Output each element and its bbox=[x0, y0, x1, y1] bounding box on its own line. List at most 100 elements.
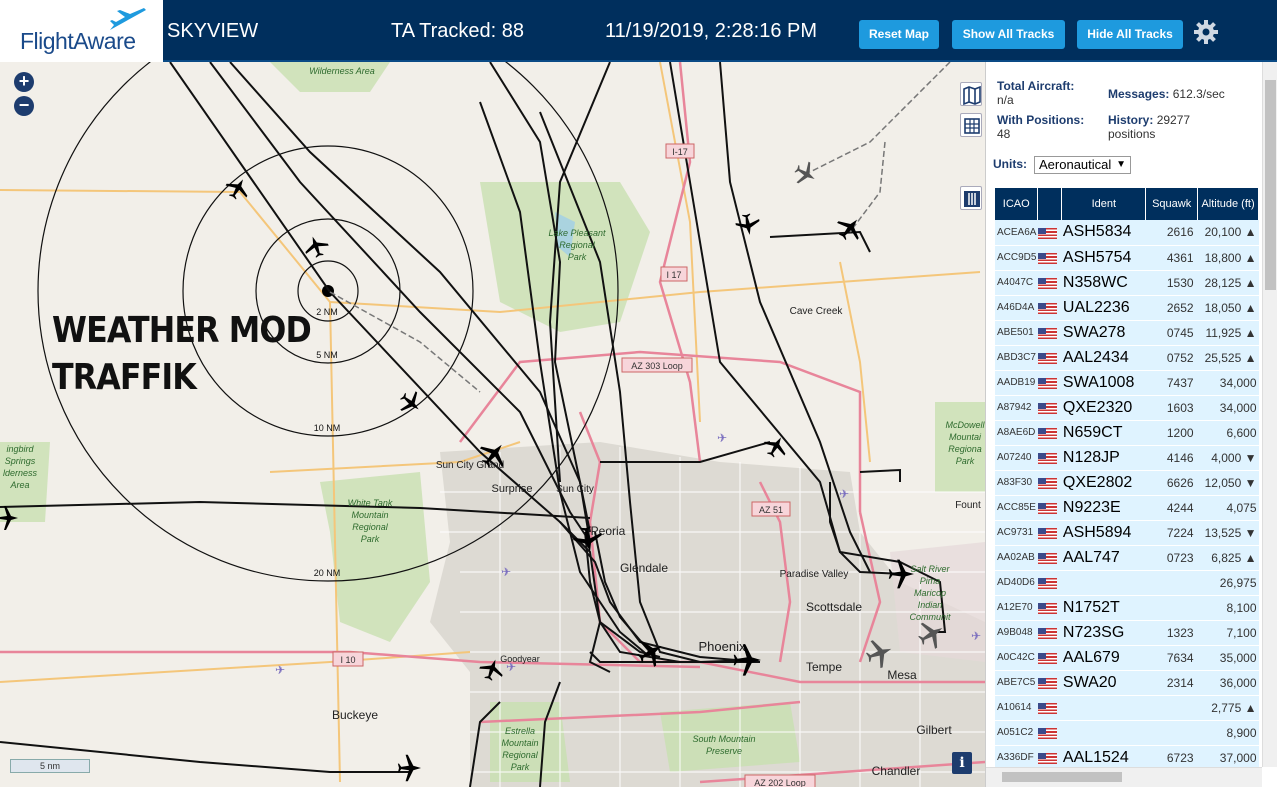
altitude-cell: 34,000 bbox=[1197, 370, 1259, 396]
altitude-cell: 26,975 bbox=[1197, 570, 1259, 596]
chevron-down-icon: ▼ bbox=[1116, 159, 1126, 170]
icao-cell: A12E70 bbox=[995, 595, 1038, 621]
altitude-cell: 34,000 bbox=[1197, 395, 1259, 421]
svg-text:Tempe: Tempe bbox=[806, 660, 842, 674]
flag-cell bbox=[1037, 220, 1062, 246]
table-row[interactable]: A07240 N128JP 4146 4,000 ▼ bbox=[995, 445, 1259, 471]
us-flag-icon bbox=[1037, 602, 1057, 614]
altitude-cell: 20,100 ▲ bbox=[1197, 220, 1259, 246]
icao-cell: AA02AB bbox=[995, 545, 1038, 571]
top-bar: FlightAware SKYVIEW TA Tracked: 88 11/19… bbox=[0, 0, 1277, 62]
flag-cell bbox=[1037, 320, 1062, 346]
map-layers-icon[interactable] bbox=[960, 82, 982, 106]
ident-cell: SWA1008 bbox=[1061, 370, 1146, 396]
col-ident[interactable]: Ident bbox=[1061, 188, 1147, 220]
icao-cell: AC9731 bbox=[995, 520, 1038, 546]
svg-text:Gilbert: Gilbert bbox=[916, 723, 952, 737]
show-all-tracks-button[interactable]: Show All Tracks bbox=[952, 20, 1065, 49]
table-row[interactable]: A9B048 N723SG 1323 7,100 bbox=[995, 620, 1259, 646]
map-canvas[interactable]: Wilderness Area Lake Pleasant Regional P… bbox=[0, 62, 985, 787]
ident-cell: UAL2236 bbox=[1061, 295, 1146, 321]
table-row[interactable]: A87942 QXE2320 1603 34,000 bbox=[995, 395, 1259, 421]
table-row[interactable]: A4047C N358WC 1530 28,125 ▲ bbox=[995, 270, 1259, 296]
altitude-cell: 18,050 ▲ bbox=[1197, 295, 1259, 321]
icao-cell: ABD3C7 bbox=[995, 345, 1038, 371]
gear-icon[interactable] bbox=[1193, 19, 1219, 45]
messages-rate: Messages: 612.3/sec bbox=[1108, 87, 1225, 101]
table-row[interactable]: A051C2 8,900 bbox=[995, 720, 1259, 746]
flag-cell bbox=[1037, 695, 1062, 721]
ident-cell: N128JP bbox=[1061, 445, 1146, 471]
svg-text:I 10: I 10 bbox=[340, 655, 355, 665]
flag-cell bbox=[1037, 595, 1062, 621]
flag-cell bbox=[1037, 495, 1062, 521]
svg-text:Pima: Pima bbox=[920, 576, 941, 586]
ident-cell: N9223E bbox=[1061, 495, 1146, 521]
table-row[interactable]: AC9731 ASH5894 7224 13,525 ▼ bbox=[995, 520, 1259, 546]
us-flag-icon bbox=[1037, 352, 1057, 364]
squawk-cell: 6626 bbox=[1145, 470, 1198, 496]
ident-cell: AAL747 bbox=[1061, 545, 1146, 571]
table-row[interactable]: A10614 2,775 ▲ bbox=[995, 695, 1259, 721]
icao-cell: ACEA6A bbox=[995, 220, 1038, 246]
squawk-cell: 1323 bbox=[1145, 620, 1198, 646]
columns-toggle-icon[interactable] bbox=[960, 186, 982, 210]
table-vertical-scrollbar[interactable] bbox=[1262, 62, 1277, 767]
col-altitude[interactable]: Altitude (ft) bbox=[1197, 188, 1259, 220]
squawk-cell: 2314 bbox=[1145, 670, 1198, 696]
table-row[interactable]: AD40D6 26,975 bbox=[995, 570, 1259, 596]
table-row[interactable]: ABE7C5 SWA20 2314 36,000 bbox=[995, 670, 1259, 696]
icao-cell: ABE501 bbox=[995, 320, 1038, 346]
svg-text:Park: Park bbox=[511, 762, 530, 772]
svg-text:✈: ✈ bbox=[971, 629, 981, 643]
svg-text:lderness: lderness bbox=[3, 468, 38, 478]
table-row[interactable]: ACEA6A ASH5834 2616 20,100 ▲ bbox=[995, 220, 1259, 246]
svg-text:Buckeye: Buckeye bbox=[332, 708, 378, 722]
info-button[interactable]: i bbox=[952, 752, 972, 774]
col-flag[interactable] bbox=[1037, 188, 1063, 220]
altitude-cell: 8,100 bbox=[1197, 595, 1259, 621]
reset-map-button[interactable]: Reset Map bbox=[859, 20, 939, 49]
grid-overlay-icon[interactable] bbox=[960, 113, 982, 137]
table-row[interactable]: A8AE6D N659CT 1200 6,600 bbox=[995, 420, 1259, 446]
flag-cell bbox=[1037, 620, 1062, 646]
zoom-out-button[interactable]: − bbox=[14, 96, 34, 116]
table-row[interactable]: ABE501 SWA278 0745 11,925 ▲ bbox=[995, 320, 1259, 346]
units-select[interactable]: Aeronautical ▼ bbox=[1034, 156, 1131, 174]
us-flag-icon bbox=[1037, 427, 1057, 439]
col-squawk[interactable]: Squawk bbox=[1145, 188, 1199, 220]
svg-text:Sun City Grand: Sun City Grand bbox=[436, 460, 504, 471]
table-row[interactable]: A83F30 QXE2802 6626 12,050 ▼ bbox=[995, 470, 1259, 496]
aircraft-panel: Total Aircraft: n/a Messages: 612.3/sec W… bbox=[985, 62, 1277, 787]
table-row[interactable]: A0C42C AAL679 7634 35,000 bbox=[995, 645, 1259, 671]
aircraft-table: ICAO Ident Squawk Altitude (ft) ACEA6A AS… bbox=[995, 188, 1259, 787]
map-view[interactable]: Wilderness Area Lake Pleasant Regional P… bbox=[0, 62, 985, 787]
zoom-in-button[interactable]: + bbox=[14, 72, 34, 92]
table-row[interactable]: ACC9D5 ASH5754 4361 18,800 ▲ bbox=[995, 245, 1259, 271]
table-row[interactable]: A12E70 N1752T 8,100 bbox=[995, 595, 1259, 621]
flightaware-logo[interactable]: FlightAware bbox=[0, 0, 163, 62]
ident-cell: ASH5834 bbox=[1061, 220, 1146, 246]
table-row[interactable]: AA02AB AAL747 0723 6,825 ▲ bbox=[995, 545, 1259, 571]
logo-plane-icon bbox=[110, 8, 146, 30]
us-flag-icon bbox=[1037, 527, 1057, 539]
squawk-cell: 7437 bbox=[1145, 370, 1198, 396]
table-row[interactable]: A46D4A UAL2236 2652 18,050 ▲ bbox=[995, 295, 1259, 321]
table-row[interactable]: AADB19 SWA1008 7437 34,000 bbox=[995, 370, 1259, 396]
icao-cell: A46D4A bbox=[995, 295, 1038, 321]
icao-cell: ACC9D5 bbox=[995, 245, 1038, 271]
hide-all-tracks-button[interactable]: Hide All Tracks bbox=[1077, 20, 1183, 49]
col-icao[interactable]: ICAO bbox=[995, 188, 1039, 220]
with-positions: With Positions: 48 bbox=[997, 113, 1085, 141]
altitude-cell: 7,100 bbox=[1197, 620, 1259, 646]
table-row[interactable]: ABD3C7 AAL2434 0752 25,525 ▲ bbox=[995, 345, 1259, 371]
icao-cell: A07240 bbox=[995, 445, 1038, 471]
svg-text:ingbird: ingbird bbox=[6, 444, 34, 454]
app-name: SKYVIEW bbox=[167, 20, 259, 42]
altitude-cell: 2,775 ▲ bbox=[1197, 695, 1259, 721]
table-row[interactable]: ACC85E N9223E 4244 4,075 bbox=[995, 495, 1259, 521]
icao-cell: AADB19 bbox=[995, 370, 1038, 396]
us-flag-icon bbox=[1037, 727, 1057, 739]
flag-cell bbox=[1037, 295, 1062, 321]
table-horizontal-scrollbar[interactable] bbox=[986, 767, 1262, 787]
